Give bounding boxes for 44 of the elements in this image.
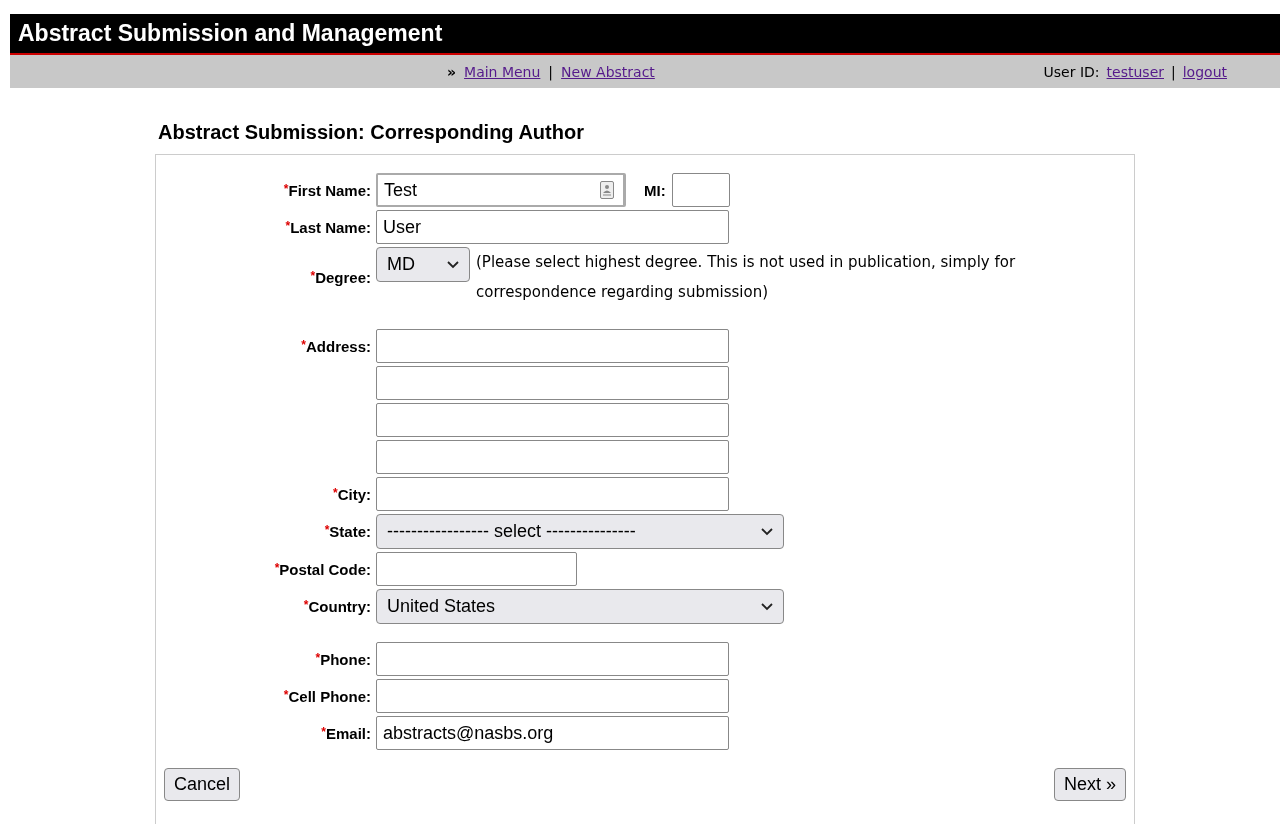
- user-link[interactable]: logout: [1182, 63, 1227, 80]
- dropdown[interactable]: ----------------- select ---------------: [376, 514, 784, 549]
- input-field[interactable]: [376, 679, 729, 713]
- input-field[interactable]: [376, 366, 729, 400]
- input-field[interactable]: abstracts@nasbs.org: [376, 716, 729, 750]
- form-button[interactable]: Cancel: [164, 768, 241, 801]
- help-text: (Please select highest degree. This is not used in publication, simply for correspondence regarding submission): [476, 252, 1017, 303]
- field-label: $^{*}$Postal Code:: [274, 560, 371, 578]
- input-field[interactable]: [376, 403, 729, 437]
- separator: |: [1171, 63, 1176, 80]
- field-label: $^{*}$State:: [324, 523, 371, 540]
- contact-card-icon[interactable]: [600, 181, 614, 199]
- chevron-down-icon: [761, 527, 773, 536]
- input-field[interactable]: [376, 642, 729, 676]
- field-label: $^{*}$Cell Phone:: [283, 687, 371, 705]
- field-label: $^{*}$Last Name:: [285, 218, 371, 236]
- breadcrumb-marker: »: [447, 63, 457, 80]
- dropdown[interactable]: United States: [376, 589, 784, 624]
- field-label: $^{*}$Degree:: [310, 268, 371, 286]
- field-label: MI:: [644, 181, 666, 199]
- field-label: $^{*}$Country:: [303, 598, 371, 615]
- app-title: Abstract Submission and Management: [18, 20, 443, 47]
- field-label: $^{*}$Address:: [301, 337, 371, 355]
- input-field[interactable]: User: [376, 210, 729, 244]
- input-field[interactable]: [376, 329, 729, 363]
- chevron-down-icon: [447, 260, 459, 269]
- nav-link[interactable]: Main Menu: [464, 63, 541, 80]
- field-label: $^{*}$First Name:: [283, 181, 371, 199]
- input-field[interactable]: [376, 477, 729, 511]
- page-title: Abstract Submission: Corresponding Author: [158, 121, 585, 144]
- input-field[interactable]: [671, 173, 730, 207]
- input-field[interactable]: Test: [376, 173, 626, 207]
- input-field[interactable]: [376, 440, 729, 474]
- nav-link[interactable]: New Abstract: [561, 63, 655, 80]
- form-button[interactable]: Next »: [1053, 768, 1126, 801]
- field-label: $^{*}$Phone:: [315, 650, 371, 668]
- chevron-down-icon: [761, 602, 773, 611]
- field-label: $^{*}$Email:: [321, 724, 371, 742]
- separator: |: [548, 63, 554, 80]
- field-label: $^{*}$City:: [333, 485, 371, 503]
- dropdown[interactable]: MD: [376, 247, 470, 282]
- user-id-label: User ID:: [1043, 63, 1100, 80]
- input-field[interactable]: [376, 552, 577, 586]
- user-link[interactable]: testuser: [1106, 63, 1164, 80]
